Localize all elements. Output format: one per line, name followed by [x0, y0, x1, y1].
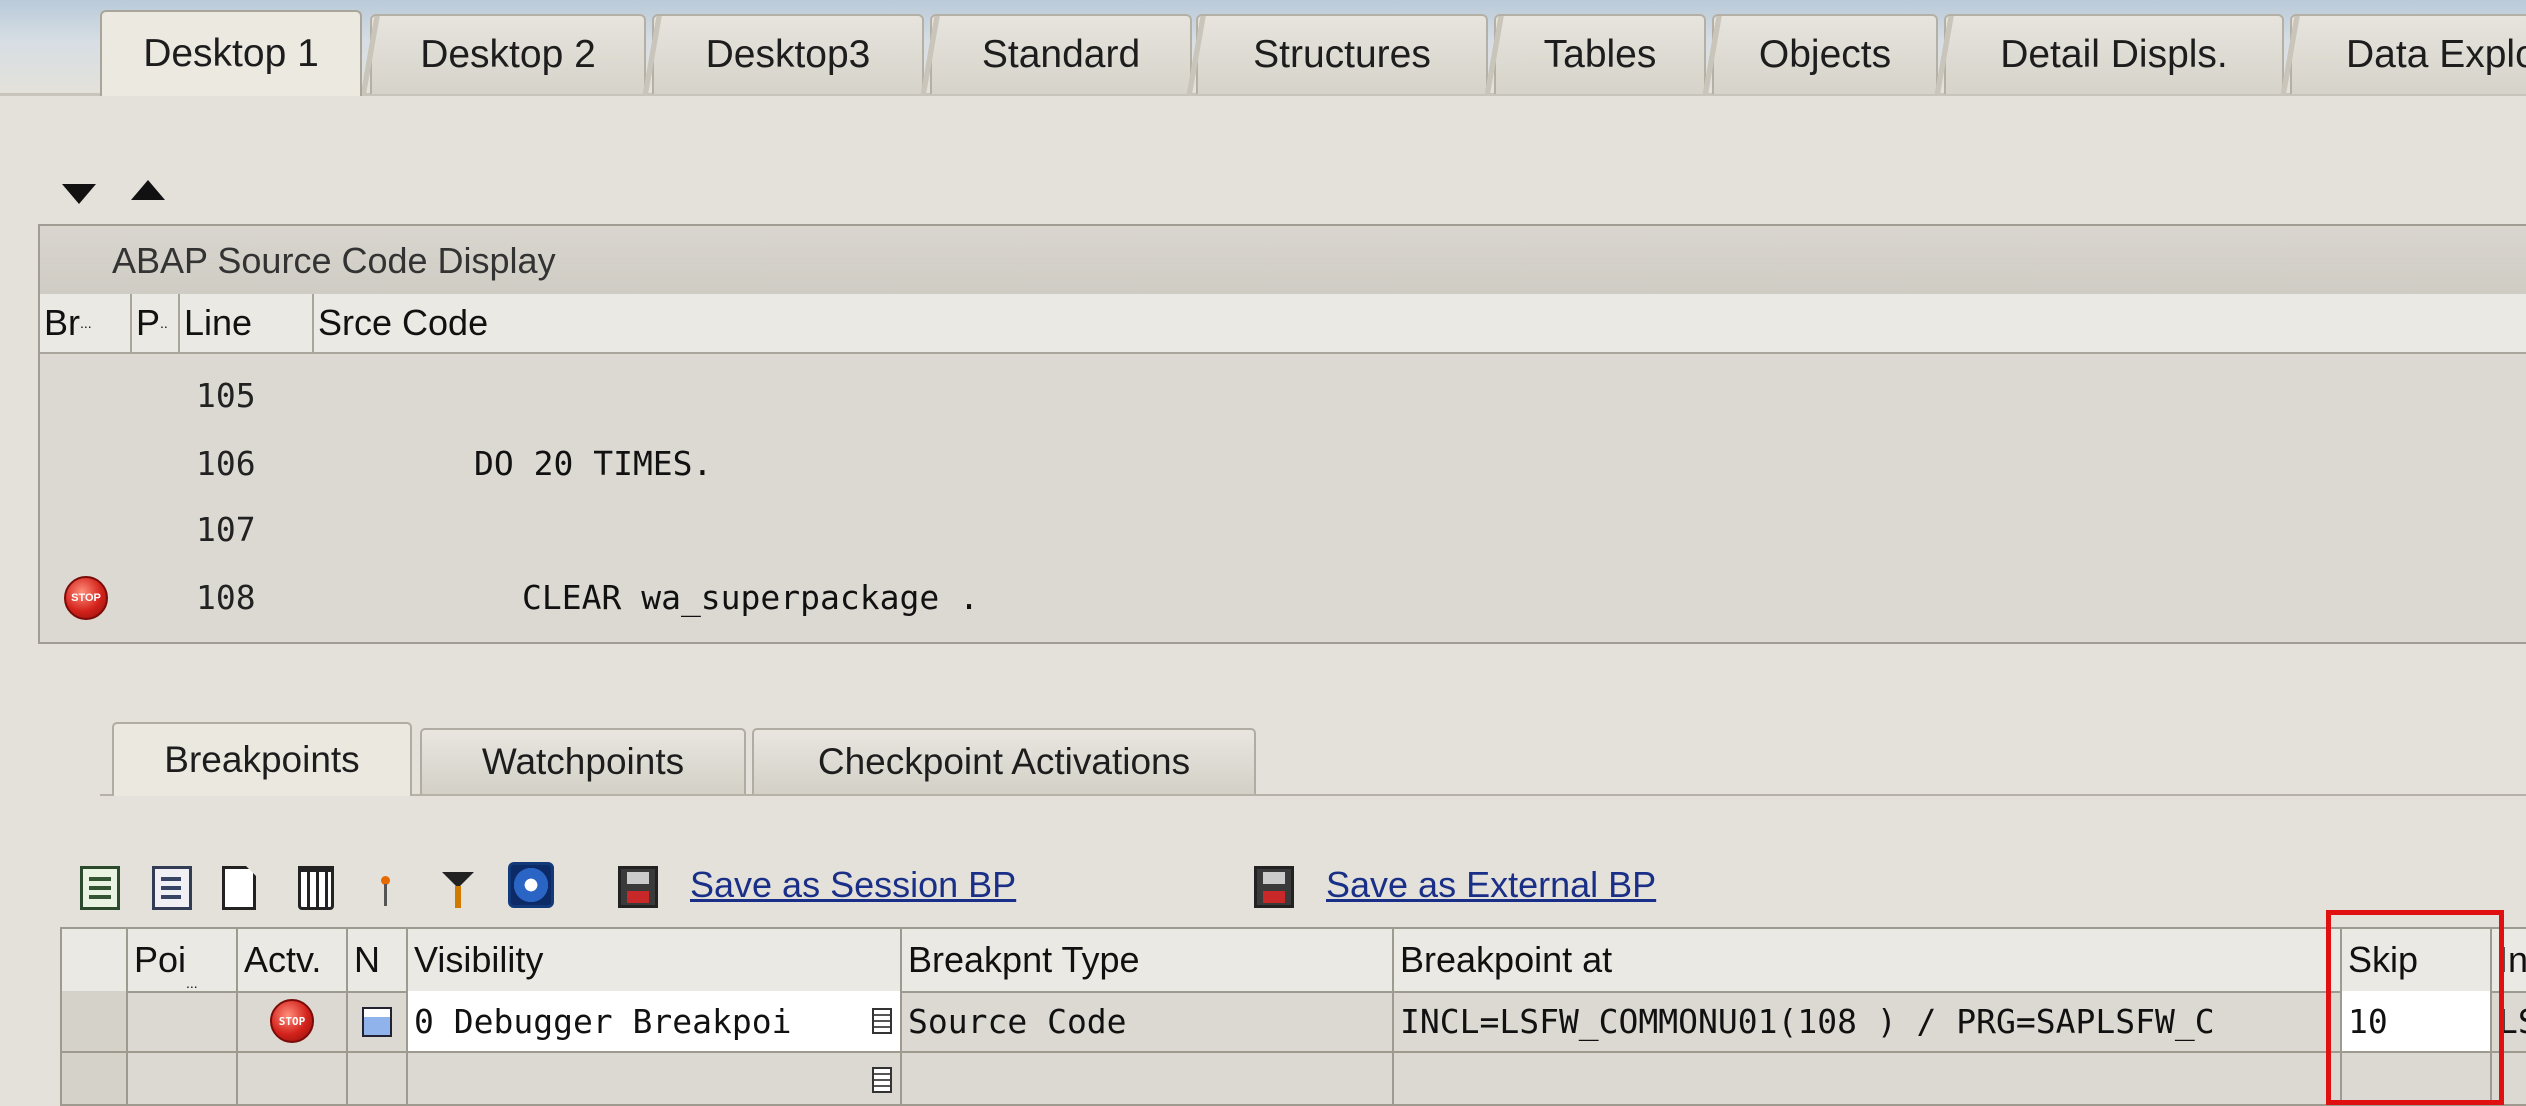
tab-desktop-3[interactable]: Desktop3 — [640, 14, 924, 96]
breakpoint-at-cell — [1394, 1053, 2342, 1104]
save-as-session-bp-link[interactable]: Save as Session BP — [690, 864, 1016, 906]
tab-structures[interactable]: Structures — [1184, 14, 1488, 96]
source-column-header: Br... P.. Line Srce Code — [40, 294, 2526, 354]
filter-icon[interactable] — [438, 866, 478, 910]
table-row[interactable] — [62, 1053, 2526, 1104]
value-help-icon[interactable] — [872, 1067, 892, 1093]
arrow-up-icon[interactable] — [131, 180, 165, 200]
active-cell[interactable]: STOP — [238, 991, 348, 1051]
column-p[interactable]: P.. — [132, 294, 180, 352]
tab-desktop-2[interactable]: Desktop 2 — [358, 14, 646, 96]
create-breakpoint-icon[interactable] — [222, 866, 256, 910]
tab-breakpoints[interactable]: Breakpoints — [112, 722, 412, 796]
breakpoint-type-cell: Source Code — [902, 991, 1394, 1051]
note-cell[interactable] — [348, 1053, 408, 1104]
table-row[interactable]: STOP 0 Debugger Breakpoi Source Code INC… — [62, 991, 2526, 1053]
abap-source-panel: ABAP Source Code Display Br... P.. Line … — [38, 224, 2526, 644]
row-selector[interactable] — [62, 991, 128, 1051]
value-help-icon[interactable] — [872, 1008, 892, 1034]
save-external-bp-icon[interactable] — [1254, 866, 1294, 908]
source-line-breakpoint[interactable]: STOP 108 CLEAR wa_superpackage . — [40, 566, 2526, 632]
tab-desktop-1[interactable]: Desktop 1 — [100, 10, 362, 96]
tab-checkpoint-activations[interactable]: Checkpoint Activations — [752, 728, 1256, 794]
active-cell[interactable] — [238, 1053, 348, 1104]
refresh-icon[interactable] — [508, 862, 554, 908]
column-breakpoint[interactable]: Br... — [40, 294, 132, 352]
column-breakpoint-at[interactable]: Breakpoint at — [1394, 929, 2342, 991]
column-n[interactable]: N — [348, 929, 408, 991]
stop-breakpoint-icon[interactable]: STOP — [270, 999, 314, 1043]
note-cell[interactable] — [348, 991, 408, 1051]
column-line[interactable]: Line — [180, 294, 314, 352]
source-panel-title: ABAP Source Code Display — [112, 240, 556, 281]
source-panel-title-bar: ABAP Source Code Display — [40, 226, 2526, 296]
desktop-tabstrip: Desktop 1 Desktop 2 Desktop3 Standard St… — [0, 0, 2526, 96]
arrow-down-icon[interactable] — [62, 184, 96, 204]
row-selector[interactable] — [62, 1053, 128, 1104]
column-source-code[interactable]: Srce Code — [314, 294, 2526, 352]
visibility-field[interactable] — [408, 1053, 902, 1104]
source-line[interactable]: 107 — [40, 498, 2526, 564]
breakpoint-table: Poi... Actv. N Visibility Breakpnt Type … — [60, 927, 2526, 1106]
tab-standard[interactable]: Standard — [918, 14, 1192, 96]
source-line[interactable]: 106 DO 20 TIMES. — [40, 432, 2526, 498]
poi-cell — [128, 1053, 238, 1104]
column-breakpoint-type[interactable]: Breakpnt Type — [902, 929, 1394, 991]
tab-tables[interactable]: Tables — [1482, 14, 1706, 96]
poi-cell — [128, 991, 238, 1051]
column-visibility[interactable]: Visibility — [408, 929, 902, 991]
column-actv[interactable]: Actv. — [238, 929, 348, 991]
save-session-bp-icon[interactable] — [618, 866, 658, 908]
details-list-icon[interactable] — [80, 866, 120, 910]
column-poi[interactable]: Poi... — [128, 929, 238, 991]
tab-watchpoints[interactable]: Watchpoints — [420, 728, 746, 794]
stop-breakpoint-icon[interactable]: STOP — [64, 576, 108, 620]
tab-objects[interactable]: Objects — [1700, 14, 1938, 96]
breakpoint-table-header: Poi... Actv. N Visibility Breakpnt Type … — [62, 929, 2526, 993]
source-line[interactable]: 105 — [40, 364, 2526, 430]
breakpoint-type-cell — [902, 1053, 1394, 1104]
save-as-external-bp-link[interactable]: Save as External BP — [1326, 864, 1656, 906]
tab-detail-displs[interactable]: Detail Displs. — [1932, 14, 2284, 96]
activate-pin-icon[interactable] — [380, 866, 390, 910]
skip-column-highlight — [2326, 910, 2504, 1105]
note-icon[interactable] — [362, 1007, 392, 1037]
delete-icon[interactable] — [298, 866, 334, 910]
breakpoint-at-cell: INCL=LSFW_COMMONU01(108 ) / PRG=SAPLSFW_… — [1394, 991, 2342, 1051]
change-breakpoint-icon[interactable] — [152, 866, 192, 910]
tab-divider — [100, 794, 2526, 796]
select-all-column[interactable] — [62, 929, 128, 991]
tab-data-explorer[interactable]: Data Explo — [2278, 14, 2526, 96]
visibility-field[interactable]: 0 Debugger Breakpoi — [408, 991, 902, 1051]
